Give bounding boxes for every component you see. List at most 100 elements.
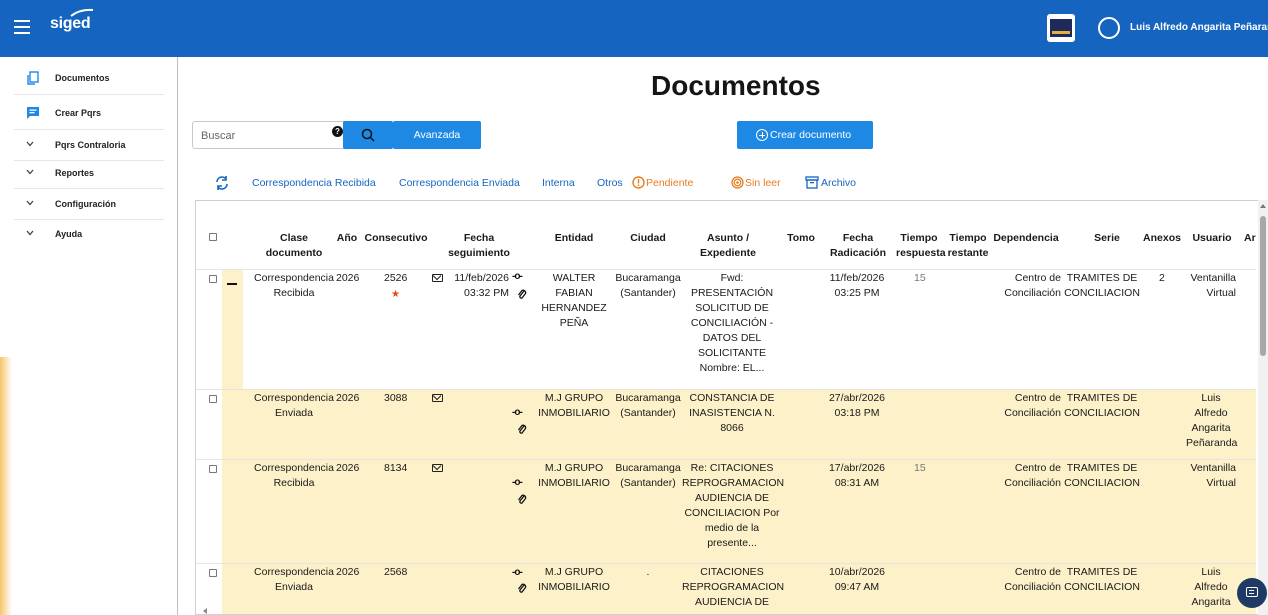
table-row[interactable]: Correspondencia Enviada 2026 2568 -o- M.…	[196, 563, 1256, 614]
row-checkbox[interactable]	[209, 569, 217, 577]
sidebar-item-pqrs-contraloria[interactable]: Pqrs Contraloria	[0, 134, 177, 156]
column-header-anio[interactable]: Año	[335, 231, 359, 246]
user-name[interactable]: Luis Alfredo Angarita Peñaranda	[1130, 22, 1268, 33]
top-bar: siged Luis Alfredo Angarita Peñaranda	[0, 0, 1268, 57]
cell-fecha-seguimiento: 11/feb/2026 03:32 PM	[454, 272, 509, 299]
unread-target-icon	[731, 176, 744, 189]
sidebar-item-ayuda[interactable]: Ayuda	[0, 223, 177, 245]
cell-anio: 2026	[336, 462, 360, 474]
help-icon[interactable]: ?	[332, 126, 343, 137]
star-icon[interactable]: ★	[391, 287, 400, 302]
cell-clase: Correspondencia Recibida	[254, 462, 334, 489]
column-header-ciudad[interactable]: Ciudad	[616, 231, 680, 246]
search-button[interactable]	[343, 121, 393, 149]
table-row[interactable]: Correspondencia Recibida 2026 2526 ★ 11/…	[196, 269, 1256, 390]
sidebar-item-crear-pqrs[interactable]: Crear Pqrs	[0, 102, 177, 124]
filter-sin-leer[interactable]: Sin leer	[745, 177, 781, 189]
column-header-consecutivo[interactable]: Consecutivo	[364, 231, 428, 246]
attachment-icon[interactable]	[517, 289, 527, 300]
chevron-down-icon	[26, 230, 34, 236]
cell-entidad: M.J GRUPO INMOBILIARIO	[538, 392, 610, 419]
row-checkbox[interactable]	[209, 395, 217, 403]
table-row[interactable]: Correspondencia Recibida 2026 8134 -o- M…	[196, 459, 1256, 563]
filter-interna[interactable]: Interna	[542, 177, 575, 189]
search-icon	[361, 128, 375, 142]
cell-ciudad: Bucaramanga (Santander)	[615, 272, 681, 299]
sidebar-decoration	[0, 357, 12, 615]
column-header-tiempo-respuesta[interactable]: Tiempo respuesta	[896, 231, 946, 261]
search-field[interactable]	[192, 121, 347, 149]
cell-tiempo-respuesta: 15	[914, 272, 926, 284]
collapse-icon[interactable]	[227, 283, 237, 285]
cell-asunto[interactable]: Re: CITACIONES REPROGRAMACION AUDIENCIA …	[682, 461, 784, 551]
advanced-search-button[interactable]: Avanzada	[393, 121, 481, 149]
table-header-row: Clase documento Año Consecutivo Fecha se…	[196, 201, 1256, 269]
mail-icon[interactable]	[432, 274, 443, 282]
tracking-icon[interactable]: -o-	[512, 271, 523, 282]
sidebar-item-label: Configuración	[55, 199, 116, 209]
scroll-left-icon[interactable]	[203, 608, 207, 614]
row-checkbox[interactable]	[209, 275, 217, 283]
mail-icon[interactable]	[432, 394, 443, 402]
organization-logo	[1047, 14, 1075, 42]
add-circle-icon	[756, 129, 768, 141]
chevron-down-icon	[26, 200, 34, 206]
column-header-usuario[interactable]: Usuario	[1188, 231, 1236, 246]
cell-fecha-radicacion: 11/feb/2026 03:25 PM	[829, 272, 885, 299]
chat-support-button[interactable]	[1237, 578, 1267, 608]
vertical-scrollbar[interactable]	[1258, 200, 1268, 615]
filter-correspondencia-enviada[interactable]: Correspondencia Enviada	[399, 177, 520, 189]
filter-archivo[interactable]: Archivo	[821, 177, 856, 189]
menu-icon[interactable]	[14, 20, 30, 34]
tracking-icon[interactable]: -o-	[512, 567, 523, 578]
column-header-asunto[interactable]: Asunto / Expediente	[686, 231, 770, 261]
cell-asunto[interactable]: CITACIONES REPROGRAMACION AUDIENCIA DE	[682, 565, 784, 610]
column-header-fecha-radicacion[interactable]: Fecha Radicación	[824, 231, 892, 261]
table-row[interactable]: Correspondencia Enviada 2026 3088 -o- M.…	[196, 389, 1256, 459]
attachment-icon[interactable]	[517, 424, 527, 435]
mail-icon[interactable]	[432, 464, 443, 472]
select-all-checkbox[interactable]	[209, 233, 217, 241]
column-header-tomo[interactable]: Tomo	[786, 231, 816, 246]
cell-anio: 2026	[336, 566, 360, 578]
cell-asunto[interactable]: CONSTANCIA DE INASISTENCIA N. 8066	[684, 391, 780, 436]
sidebar-item-configuracion[interactable]: Configuración	[0, 193, 177, 215]
sidebar-item-documentos[interactable]: Documentos	[0, 67, 177, 89]
cell-anio: 2026	[336, 272, 360, 284]
create-document-button[interactable]: Crear documento	[737, 121, 873, 149]
sidebar-item-label: Pqrs Contraloria	[55, 140, 126, 150]
cell-anio: 2026	[336, 392, 360, 404]
cell-clase: Correspondencia Enviada	[254, 392, 334, 419]
row-checkbox[interactable]	[209, 465, 217, 473]
cell-consecutivo: 3088	[384, 392, 408, 404]
cell-dependencia: Centro de Conciliación	[1004, 392, 1061, 419]
refresh-icon[interactable]	[214, 175, 230, 191]
cell-usuario: Ventanilla Virtual	[1190, 272, 1236, 299]
cell-dependencia: Centro de Conciliación	[1004, 566, 1061, 593]
column-header-anexos[interactable]: Anexos	[1140, 231, 1184, 246]
filter-pendiente[interactable]: Pendiente	[646, 177, 693, 189]
scrollbar-thumb[interactable]	[1260, 216, 1266, 356]
column-header-dependencia[interactable]: Dependencia	[993, 231, 1059, 246]
sidebar-item-reportes[interactable]: Reportes	[0, 162, 177, 184]
column-header-fecha-seguimiento[interactable]: Fecha seguimiento	[444, 231, 514, 261]
cell-dependencia: Centro de Conciliación	[1004, 462, 1061, 489]
attachment-icon[interactable]	[517, 494, 527, 505]
filter-correspondencia-recibida[interactable]: Correspondencia Recibida	[252, 177, 376, 189]
column-header-clase[interactable]: Clase documento	[254, 231, 334, 261]
user-avatar[interactable]	[1098, 17, 1120, 39]
column-header-tiempo-restante[interactable]: Tiempo restante	[946, 231, 990, 261]
scroll-up-icon[interactable]	[1260, 204, 1266, 208]
logo-swoosh-icon	[70, 8, 94, 17]
attachment-icon[interactable]	[517, 583, 527, 594]
filter-otros[interactable]: Otros	[597, 177, 623, 189]
column-header-serie[interactable]: Serie	[1072, 231, 1142, 246]
cell-dependencia: Centro de Conciliación	[1004, 272, 1061, 299]
column-header-entidad[interactable]: Entidad	[546, 231, 602, 246]
cell-asunto[interactable]: Fwd: PRESENTACIÓN SOLICITUD DE CONCILIAC…	[684, 271, 780, 376]
cell-consecutivo: 8134	[384, 462, 408, 474]
tracking-icon[interactable]: -o-	[512, 477, 523, 488]
search-input[interactable]	[201, 128, 321, 144]
cell-fecha-radicacion: 17/abr/2026 08:31 AM	[828, 462, 886, 489]
tracking-icon[interactable]: -o-	[512, 407, 523, 418]
